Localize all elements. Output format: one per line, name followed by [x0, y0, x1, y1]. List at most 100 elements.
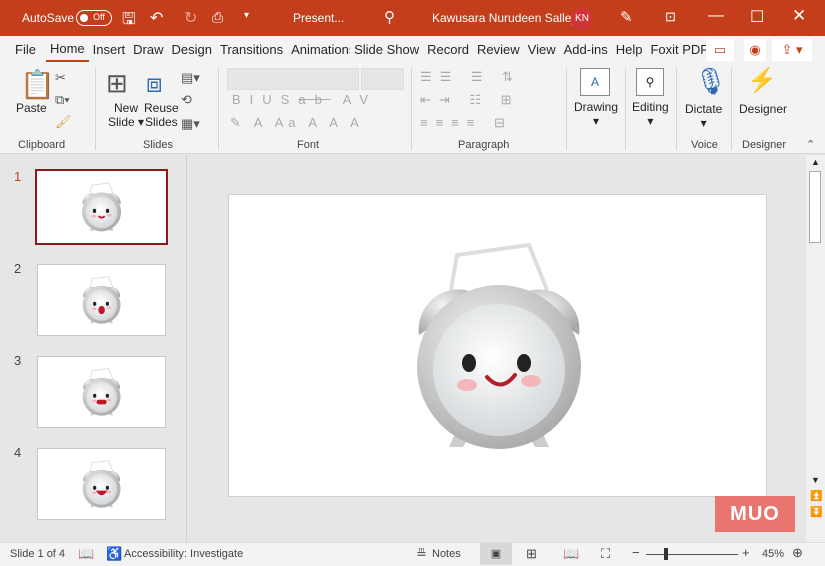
tab-home[interactable]: Home	[45, 38, 89, 62]
drawing-icon[interactable]: A	[580, 68, 610, 96]
section-icon[interactable]: ▦▾	[181, 116, 200, 132]
zoom-slider[interactable]	[646, 554, 738, 555]
scroll-thumb[interactable]	[809, 171, 821, 243]
reuse-label: Reuse	[144, 101, 179, 115]
font-size-box[interactable]	[361, 68, 404, 90]
previous-slide-icon[interactable]: ⏫	[810, 491, 822, 502]
tab-design[interactable]: Design	[168, 37, 216, 63]
font-name-box[interactable]	[227, 68, 359, 90]
alarm-clock-image	[81, 182, 122, 232]
slide-thumbnail[interactable]	[35, 169, 168, 245]
save-icon[interactable]: 🖫	[122, 8, 136, 35]
maximize-icon[interactable]: ☐	[750, 7, 764, 27]
slide-sorter-icon[interactable]: ⊞	[526, 546, 537, 562]
scroll-up-icon[interactable]: ▲	[811, 157, 820, 167]
group-voice: Voice	[691, 139, 718, 151]
dictate-button[interactable]: Dictate ▾	[685, 102, 722, 130]
accessibility-status[interactable]: Accessibility: Investigate	[124, 548, 243, 560]
minimize-icon[interactable]: —	[708, 7, 724, 25]
cut-icon[interactable]: ✂	[55, 70, 66, 86]
spelling-icon[interactable]: 📖	[78, 546, 94, 562]
reading-view-icon[interactable]: 📖	[563, 546, 579, 562]
editing-button[interactable]: Editing ▾	[632, 100, 669, 128]
tab-add-ins[interactable]: Add-ins	[560, 37, 612, 63]
tab-slide-show[interactable]: Slide Show	[350, 37, 423, 63]
microphone-icon[interactable]: 🎙	[694, 66, 727, 97]
zoom-in-button[interactable]: +	[742, 545, 750, 560]
font-format-icons[interactable]: BIUSab AV	[232, 92, 377, 107]
notes-icon[interactable]: ≞	[416, 546, 427, 562]
indent-icons[interactable]: ⇤⇥ ☷ ⊞	[420, 92, 520, 108]
tab-review[interactable]: Review	[473, 37, 524, 63]
search-icon[interactable]: ⚲	[384, 8, 395, 26]
tab-draw[interactable]: Draw	[129, 37, 167, 63]
current-slide[interactable]	[228, 194, 767, 497]
tab-file[interactable]: File	[11, 37, 40, 63]
document-title[interactable]: Present...	[293, 11, 344, 25]
ribbon-tabs: File Home Insert Draw Design Transitions…	[0, 36, 825, 64]
autosave-toggle[interactable]: Off	[76, 10, 112, 26]
format-painter-icon[interactable]: 🖌	[55, 114, 72, 130]
scroll-down-icon[interactable]: ▼	[811, 475, 820, 485]
reuse-slides-button[interactable]: Reuse Slides	[144, 101, 179, 129]
customize-icon[interactable]: ▾	[244, 10, 249, 21]
alarm-clock-image	[415, 243, 583, 451]
ribbon-display-icon[interactable]: ⊡	[665, 9, 676, 25]
tab-foxit-pdf[interactable]: Foxit PDF	[646, 37, 712, 63]
avatar[interactable]: KN	[571, 8, 593, 30]
fit-to-window-icon[interactable]: ⊕	[792, 545, 803, 561]
paste-button[interactable]: Paste	[16, 101, 47, 115]
pdf-icon[interactable]: ⎙	[212, 9, 223, 26]
share-icon[interactable]: ⇪ ▾	[772, 39, 812, 61]
slide-thumbnail[interactable]	[37, 448, 166, 520]
title-bar: AutoSave Off 🖫 ↶ ↻ ⎙ ▾ Present... ⚲ Kawu…	[0, 0, 825, 36]
close-icon[interactable]: ✕	[792, 6, 806, 26]
reuse-label-2: Slides	[145, 115, 178, 129]
new-slide-button[interactable]: New Slide ▾	[108, 101, 144, 129]
user-name[interactable]: Kawusara Nurudeen Salley	[432, 11, 577, 25]
tab-transitions[interactable]: Transitions	[216, 37, 287, 63]
tab-help[interactable]: Help	[612, 37, 647, 63]
collapse-ribbon-icon[interactable]: ⌃	[806, 138, 815, 151]
slideshow-icon[interactable]: ⛶	[601, 546, 610, 562]
redo-icon[interactable]: ↻	[184, 8, 197, 28]
tab-view[interactable]: View	[524, 37, 560, 63]
new-slide-label-2: Slide	[108, 115, 135, 129]
alarm-clock-image	[82, 276, 122, 325]
vertical-scrollbar[interactable]: ▲ ▼ ⏫ ⏬	[806, 155, 825, 542]
align-icons[interactable]: ≡≡≡≡ ⊟	[420, 115, 513, 131]
paste-icon[interactable]: 📋	[20, 68, 55, 101]
accessibility-icon[interactable]: ♿	[106, 546, 122, 562]
new-slide-icon[interactable]: ⊞	[106, 68, 128, 99]
font-color-icons[interactable]: ✎ A Aa A A A	[230, 115, 364, 131]
copy-icon[interactable]: ⧉▾	[55, 92, 70, 108]
zoom-level[interactable]: 45%	[762, 548, 784, 560]
designer-button[interactable]: Designer	[739, 102, 787, 116]
tab-insert[interactable]: Insert	[89, 37, 130, 63]
tab-animations[interactable]: Animations	[287, 37, 350, 63]
zoom-slider-thumb[interactable]	[663, 548, 668, 560]
pen-icon[interactable]: ✎	[620, 8, 633, 26]
slide-thumbnails-pane: 1 2 3 4	[0, 155, 186, 542]
autosave-label: AutoSave	[22, 11, 75, 25]
slide-number: 2	[14, 261, 22, 276]
undo-icon[interactable]: ↶	[150, 8, 163, 28]
slide-thumbnail[interactable]	[37, 356, 166, 428]
zoom-out-button[interactable]: −	[632, 545, 640, 560]
slide-thumbnail[interactable]	[37, 264, 166, 336]
designer-icon[interactable]: ⚡	[747, 66, 777, 95]
tab-record[interactable]: Record	[423, 37, 473, 63]
comments-icon[interactable]: ▭	[706, 39, 734, 61]
drawing-button[interactable]: Drawing ▾	[574, 100, 618, 128]
record-icon[interactable]: ◉	[744, 39, 766, 61]
next-slide-icon[interactable]: ⏬	[810, 507, 822, 518]
list-icons[interactable]: ☰☰ ☰ ⇅	[420, 69, 521, 85]
reuse-slides-icon[interactable]: ⧈	[146, 68, 163, 100]
alarm-clock-image	[82, 460, 122, 509]
layout-icon[interactable]: ▤▾	[181, 70, 200, 86]
normal-view-icon[interactable]: ▣	[480, 543, 512, 565]
find-icon[interactable]: ⚲	[636, 68, 664, 96]
notes-button[interactable]: Notes	[432, 548, 461, 560]
ribbon: 📋 Paste ✂ ⧉▾ 🖌 Clipboard ⊞ New Slide ▾ ⧈ …	[0, 64, 825, 154]
reset-icon[interactable]: ⟲	[181, 92, 192, 108]
